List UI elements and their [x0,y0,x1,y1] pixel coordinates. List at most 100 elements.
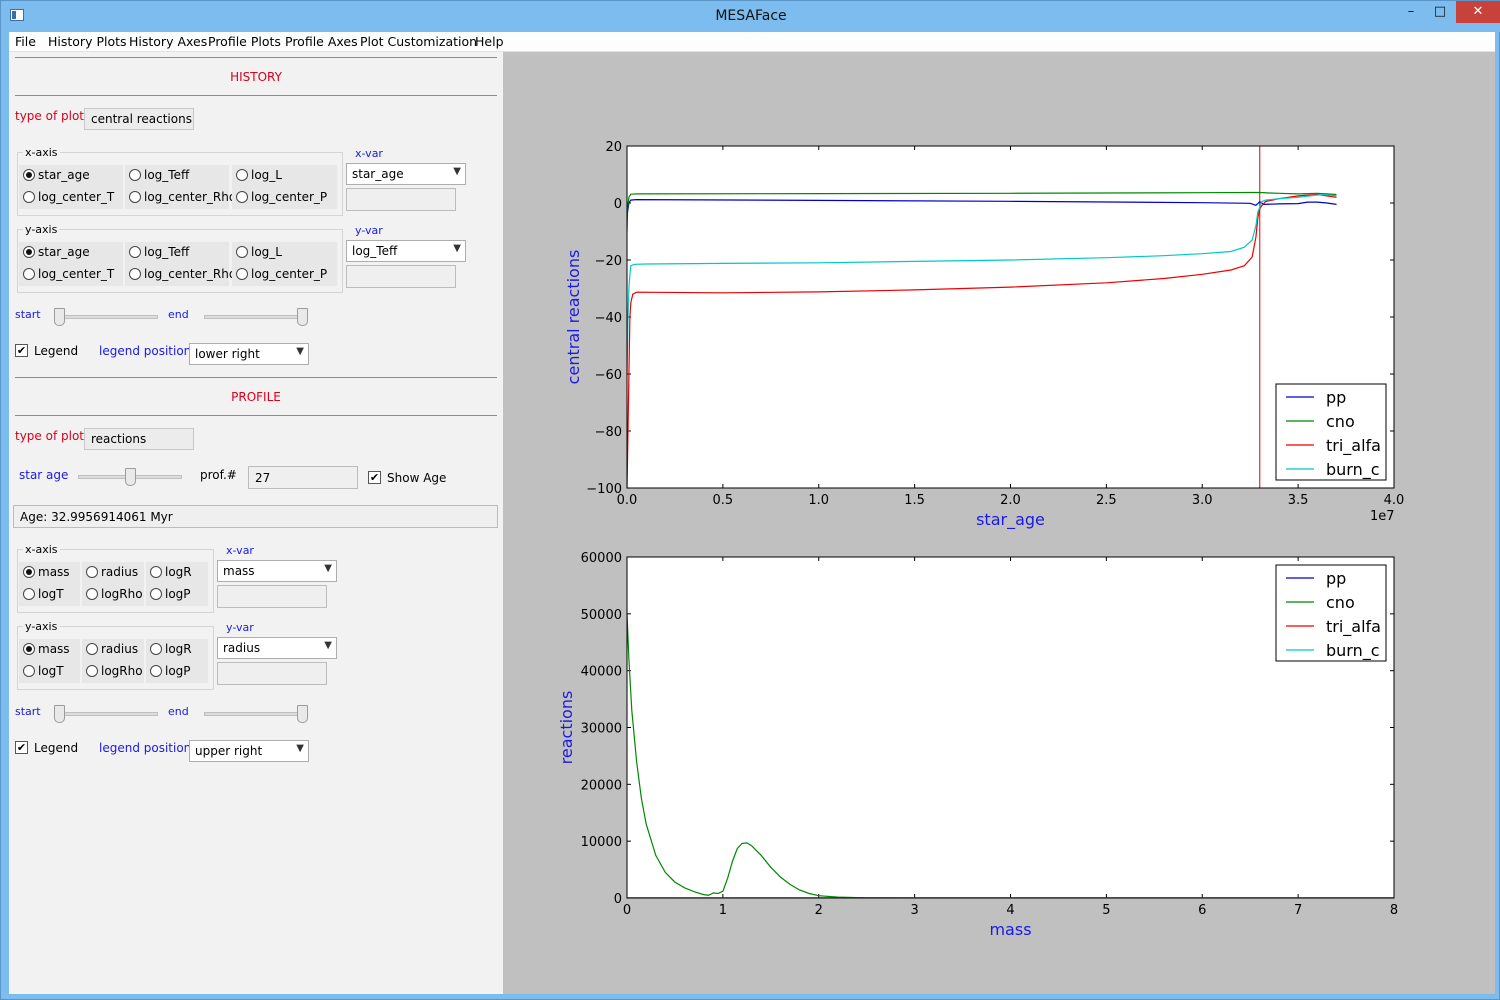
history-legend-position-label: legend position [99,344,192,358]
profile-x-radio-logRho[interactable]: logRho [82,584,144,606]
history-legend-label: Legend [34,344,79,358]
history-end-slider-track[interactable] [204,315,306,319]
menu-help[interactable]: Help [475,34,504,49]
profile-y-radio-radius[interactable]: radius [82,639,144,661]
chevron-down-icon: ▼ [296,346,304,357]
profile-start-slider-handle[interactable] [54,705,65,723]
history-x-radio-log_center_P[interactable]: log_center_P [232,187,337,209]
divider [15,377,497,378]
history-y-radio-log_L[interactable]: log_L [232,242,337,264]
profile-x-radio-radius[interactable]: radius [82,562,144,584]
profile-end-slider-track[interactable] [204,712,306,716]
history-start-slider-handle[interactable] [54,308,65,326]
history-y-radio-log_center_Rho[interactable]: log_center_Rho [125,264,236,286]
legend-label-cno: cno [1326,593,1355,612]
profile-start-slider-track[interactable] [56,712,158,716]
history-y-radio-log_Teff[interactable]: log_Teff [125,242,229,264]
menu-plot-customization[interactable]: Plot Customization [360,34,477,49]
history-y-radio-log_center_T[interactable]: log_center_T [19,264,123,286]
profile-x-radio-logT[interactable]: logT [19,584,80,606]
show-age-checkbox[interactable]: ✔ [368,471,381,484]
history-x-radio-star_age[interactable]: star_age [19,165,123,187]
profile-y-radio-logP[interactable]: logP [146,661,208,683]
radio-icon [150,643,162,655]
history-y-radio-star_age[interactable]: star_age [19,242,123,264]
history-yvar-input[interactable] [346,265,456,288]
radio-icon [236,169,248,181]
radio-selected-icon [23,169,35,181]
history-xvar-select[interactable]: star_age ▼ [346,163,466,185]
history-x-radio-log_L[interactable]: log_L [232,165,337,187]
x-tick-label: 5 [1102,903,1110,918]
radio-label: logR [165,642,192,656]
close-button[interactable]: ✕ [1456,1,1500,23]
profile-y-radio-logT[interactable]: logT [19,661,80,683]
profile-yvar-input[interactable] [217,662,327,685]
history-start-label: start [15,308,41,321]
history-end-slider-handle[interactable] [297,308,308,326]
x-tick-label: 6 [1198,903,1206,918]
select-value: lower right [195,347,260,361]
radio-icon [150,588,162,600]
y-tick-label: −100 [586,482,622,497]
radio-label: logR [165,565,192,579]
minimize-button[interactable]: – [1397,1,1425,23]
y-tick-label: 50000 [581,608,622,623]
profile-end-slider-handle[interactable] [297,705,308,723]
menu-profile-plots[interactable]: Profile Plots [208,34,281,49]
menu-profile-axes[interactable]: Profile Axes [285,34,358,49]
menu-history-plots[interactable]: History Plots [48,34,127,49]
radio-icon [23,588,35,600]
history-type-field: central reactions [84,108,194,130]
x-axis-offset-text: 1e7 [1370,509,1395,524]
title-bar[interactable]: MESAFace – □ ✕ [1,1,1500,32]
profile-xaxis-group-title: x-axis [23,543,60,556]
history-x-radio-log_Teff[interactable]: log_Teff [125,165,229,187]
maximize-button[interactable]: □ [1426,1,1454,23]
profile-legend-label: Legend [34,741,79,755]
profile-legend-checkbox[interactable]: ✔ [15,741,28,754]
history-yvar-select[interactable]: log_Teff ▼ [346,240,466,262]
history-xaxis-group-title: x-axis [23,146,60,159]
profile-yaxis-group-title: y-axis [23,620,60,633]
x-tick-label: 0.5 [713,493,734,508]
history-xvar-label: x-var [355,147,383,160]
radio-icon [129,191,141,203]
history-xvar-input[interactable] [346,188,456,211]
profile-prof-number-input[interactable]: 27 [248,466,358,489]
plot-canvas-area[interactable]: 0.0 0.5 1.0 1.5 2.0 2.5 3.0 3.5 4.0 20 0 −20 −40 −60−… [503,52,1495,994]
y-tick-label: 20 [605,140,622,155]
legend-label-tri_alfa: tri_alfa [1326,617,1381,637]
y-tick-label: 0 [614,892,622,907]
profile-y-radio-logRho[interactable]: logRho [82,661,144,683]
menu-file[interactable]: File [15,34,36,49]
x-tick-label: 7 [1294,903,1302,918]
history-x-radio-log_center_Rho[interactable]: log_center_Rho [125,187,236,209]
profile-x-radio-logP[interactable]: logP [146,584,208,606]
radio-icon [129,169,141,181]
legend-label-tri_alfa: tri_alfa [1326,436,1381,456]
profile-legend-position-select[interactable]: upper right ▼ [189,740,309,762]
history-legend-position-select[interactable]: lower right ▼ [189,343,309,365]
x-tick-label: 1 [719,903,727,918]
profile-x-radio-logR[interactable]: logR [146,562,208,584]
menu-history-axes[interactable]: History Axes [129,34,207,49]
profile-y-radio-logR[interactable]: logR [146,639,208,661]
history-legend-checkbox[interactable]: ✔ [15,344,28,357]
y-tick-label: 0 [614,197,622,212]
profile-yvar-select[interactable]: radius ▼ [217,637,337,659]
radio-label: log_Teff [144,245,190,259]
history-start-slider-track[interactable] [56,315,158,319]
profile-yvar-label: y-var [226,621,254,634]
chevron-down-icon: ▼ [324,640,332,651]
x-tick-label: 0 [623,903,631,918]
profile-xvar-input[interactable] [217,585,327,608]
radio-label: logT [38,664,64,678]
radio-icon [23,268,35,280]
profile-x-radio-mass[interactable]: mass [19,562,80,584]
profile-xvar-select[interactable]: mass ▼ [217,560,337,582]
history-x-radio-log_center_T[interactable]: log_center_T [19,187,123,209]
profile-star-age-slider-handle[interactable] [124,468,136,486]
history-y-radio-log_center_P[interactable]: log_center_P [232,264,337,286]
profile-y-radio-mass[interactable]: mass [19,639,80,661]
